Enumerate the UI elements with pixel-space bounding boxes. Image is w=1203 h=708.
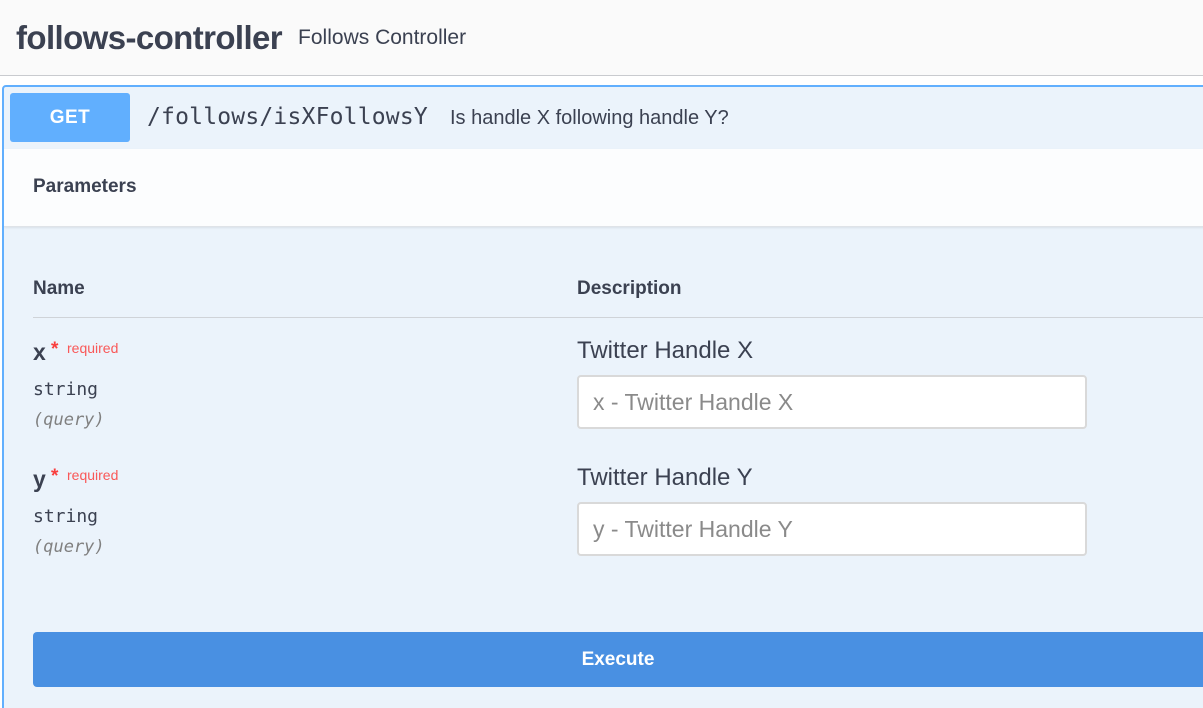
required-star-x: * <box>51 339 59 360</box>
param-name-x: x <box>33 339 46 365</box>
column-header-description: Description <box>577 278 682 299</box>
param-location-y: (query) <box>33 537 105 557</box>
param-location-x: (query) <box>33 410 105 430</box>
http-method-badge: GET <box>10 93 130 142</box>
param-type-x: string <box>33 379 99 400</box>
execute-button[interactable]: Execute <box>33 632 1203 687</box>
column-header-name: Name <box>33 278 85 299</box>
table-header-divider <box>33 317 1203 318</box>
required-star-y: * <box>51 466 59 487</box>
param-input-x[interactable] <box>577 375 1087 429</box>
param-name-y: y <box>33 466 46 492</box>
param-input-y[interactable] <box>577 502 1087 556</box>
required-label-y: required <box>67 467 119 483</box>
operation-block: GET /follows/isXFollowsY Is handle X fol… <box>2 85 1203 708</box>
required-label-x: required <box>67 340 119 356</box>
operation-description: Is handle X following handle Y? <box>450 107 729 129</box>
param-description-y: Twitter Handle Y <box>577 464 753 491</box>
parameters-title: Parameters <box>33 176 137 197</box>
swagger-page: follows-controller Follows Controller GE… <box>0 0 1203 708</box>
tag-name: follows-controller <box>16 18 283 56</box>
endpoint-path: /follows/isXFollowsY <box>147 104 428 130</box>
operation-summary[interactable]: GET /follows/isXFollowsY Is handle X fol… <box>4 87 1203 151</box>
parameters-section-header: Parameters <box>4 149 1203 227</box>
tag-description: Follows Controller <box>298 25 467 49</box>
tag-header[interactable]: follows-controller Follows Controller <box>0 0 1203 76</box>
param-description-x: Twitter Handle X <box>577 337 754 364</box>
param-type-y: string <box>33 506 99 527</box>
